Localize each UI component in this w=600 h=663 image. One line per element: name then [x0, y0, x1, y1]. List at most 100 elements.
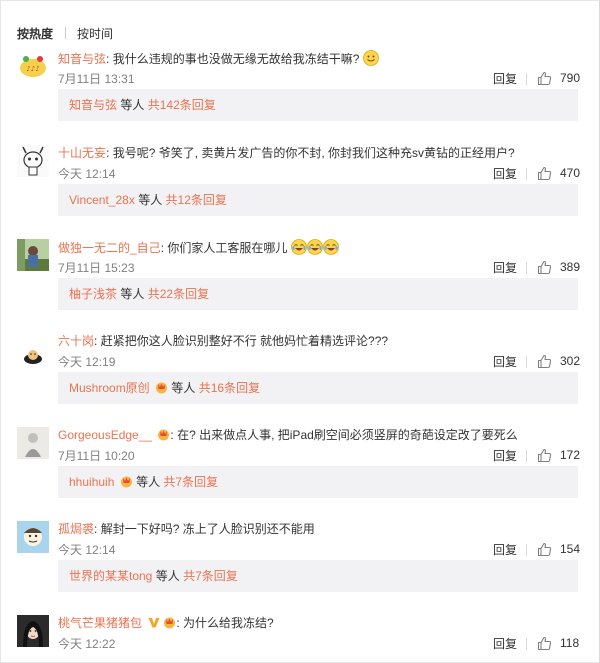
- member-badge-icon: [164, 617, 176, 629]
- reply-username[interactable]: 知音与弦: [69, 98, 117, 112]
- member-badge-icon: [120, 476, 132, 488]
- comment-text: 在? 出来做点人事, 把iPad刷空间必须竖屏的奇葩设定改了要死么: [177, 428, 518, 442]
- sort-tabs: 按热度 按时间: [17, 25, 113, 41]
- comment-time: 今天 12:14: [58, 543, 116, 557]
- reply-button[interactable]: 回复: [493, 260, 517, 276]
- avatar[interactable]: [17, 333, 49, 365]
- avatar[interactable]: [17, 615, 49, 647]
- comment-time: 7月11日 10:20: [58, 449, 135, 463]
- username[interactable]: 桃气芒果猪猪包: [58, 616, 142, 630]
- reply-button[interactable]: 回复: [493, 636, 517, 652]
- comment-text: 你们家人工客服在哪儿: [167, 241, 288, 255]
- like-button[interactable]: 389: [537, 259, 580, 275]
- member-badge-icon: [156, 382, 168, 394]
- view-replies-link[interactable]: 共142条回复: [148, 98, 216, 112]
- avatar[interactable]: [17, 427, 49, 459]
- like-button[interactable]: 470: [537, 165, 580, 181]
- like-button[interactable]: 172: [537, 447, 580, 463]
- divider: [526, 168, 527, 180]
- etc-label: 等人: [120, 287, 145, 301]
- etc-label: 等人: [136, 475, 161, 489]
- thumbs-up-icon: [537, 71, 552, 85]
- avatar[interactable]: [17, 145, 49, 177]
- divider: [526, 450, 527, 462]
- reply-summary: Mushroom原创 等人 共16条回复: [58, 372, 578, 404]
- crying-laugh-emoji-icon: [290, 239, 307, 255]
- comment-text: 为什么给我冻结?: [183, 616, 274, 630]
- reply-button[interactable]: 回复: [493, 354, 517, 370]
- reply-username[interactable]: hhuihuih: [69, 475, 114, 489]
- view-replies-link[interactable]: 共12条回复: [166, 193, 227, 207]
- view-replies-link[interactable]: 共22条回复: [148, 287, 209, 301]
- thumbs-up-icon: [537, 542, 552, 556]
- thumbs-up-icon: [537, 636, 552, 650]
- username[interactable]: 做独一无二的_自己: [58, 241, 161, 255]
- svg-text:♪♪♪: ♪♪♪: [26, 65, 39, 73]
- etc-label: 等人: [171, 381, 196, 395]
- reply-button[interactable]: 回复: [493, 448, 517, 464]
- view-replies-link[interactable]: 共7条回复: [183, 569, 238, 583]
- username[interactable]: GorgeousEdge__: [58, 428, 152, 442]
- reply-summary: 世界的某某tong 等人 共7条回复: [58, 560, 578, 592]
- sort-by-hot-tab[interactable]: 按热度: [17, 25, 53, 42]
- reply-summary: 柚子浅茶 等人 共22条回复: [58, 278, 578, 310]
- verified-v-icon: [148, 618, 160, 628]
- like-count: 118: [560, 636, 580, 650]
- reply-username[interactable]: Mushroom原创: [69, 381, 150, 395]
- crying-laugh-emoji-icon: [322, 239, 339, 255]
- comment-time: 7月11日 15:23: [58, 261, 135, 275]
- etc-label: 等人: [138, 193, 163, 207]
- reply-button[interactable]: 回复: [493, 542, 517, 558]
- comment-text: 我号呢? 爷笑了, 卖黄片发广告的你不封, 你封我们这种充sv黄钻的正经用户?: [112, 146, 515, 160]
- crying-laugh-emoji-icon: [306, 239, 323, 255]
- smile-emoji-icon: [362, 50, 379, 66]
- like-button[interactable]: 154: [537, 541, 580, 557]
- reply-summary: Vincent_28x 等人 共12条回复: [58, 184, 578, 216]
- username[interactable]: 孤焗裘: [58, 522, 94, 536]
- avatar[interactable]: ♪♪♪: [17, 50, 49, 82]
- reply-username[interactable]: 柚子浅茶: [69, 287, 117, 301]
- username[interactable]: 知音与弦: [58, 52, 106, 66]
- thumbs-up-icon: [537, 448, 552, 462]
- comment-time: 今天 12:22: [58, 637, 116, 651]
- like-count: 172: [560, 448, 581, 462]
- view-replies-link[interactable]: 共16条回复: [199, 381, 260, 395]
- username[interactable]: 六十岗: [58, 334, 94, 348]
- view-replies-link[interactable]: 共7条回复: [163, 475, 218, 489]
- member-badge-icon: [158, 429, 170, 441]
- comment-text: 赶紧把你这人脸识别整好不行 就他妈忙着精选评论???: [100, 334, 389, 348]
- divider: [526, 262, 527, 274]
- reply-summary: hhuihuih 等人 共7条回复: [58, 466, 578, 498]
- like-count: 389: [560, 260, 581, 274]
- like-button[interactable]: 118: [537, 635, 579, 651]
- divider: [526, 638, 527, 650]
- like-count: 790: [560, 71, 581, 85]
- comment-text: 我什么违规的事也没做无缘无故给我冻结干嘛?: [112, 52, 360, 66]
- sort-by-time-tab[interactable]: 按时间: [77, 25, 113, 42]
- like-button[interactable]: 302: [537, 353, 580, 369]
- like-button[interactable]: 790: [537, 70, 580, 86]
- thumbs-up-icon: [537, 354, 552, 368]
- thumbs-up-icon: [537, 260, 552, 274]
- avatar[interactable]: [17, 521, 49, 553]
- like-count: 154: [560, 542, 581, 556]
- divider: [526, 356, 527, 368]
- comment-time: 7月11日 13:31: [58, 72, 135, 86]
- divider: [526, 544, 527, 556]
- comment-time: 今天 12:19: [58, 355, 116, 369]
- reply-button[interactable]: 回复: [493, 71, 517, 87]
- reply-username[interactable]: Vincent_28x: [69, 193, 135, 207]
- etc-label: 等人: [155, 569, 180, 583]
- like-count: 302: [560, 354, 581, 368]
- comment-text: 解封一下好吗? 冻上了人脸识别还不能用: [100, 522, 315, 536]
- reply-summary: 知音与弦 等人 共142条回复: [58, 89, 578, 121]
- like-count: 470: [560, 166, 581, 180]
- username[interactable]: 十山无妄: [58, 146, 106, 160]
- avatar[interactable]: [17, 239, 49, 271]
- divider: [65, 27, 67, 39]
- thumbs-up-icon: [537, 166, 552, 180]
- comment-time: 今天 12:14: [58, 167, 116, 181]
- reply-username[interactable]: 世界的某某tong: [69, 569, 152, 583]
- divider: [526, 73, 527, 85]
- reply-button[interactable]: 回复: [493, 166, 517, 182]
